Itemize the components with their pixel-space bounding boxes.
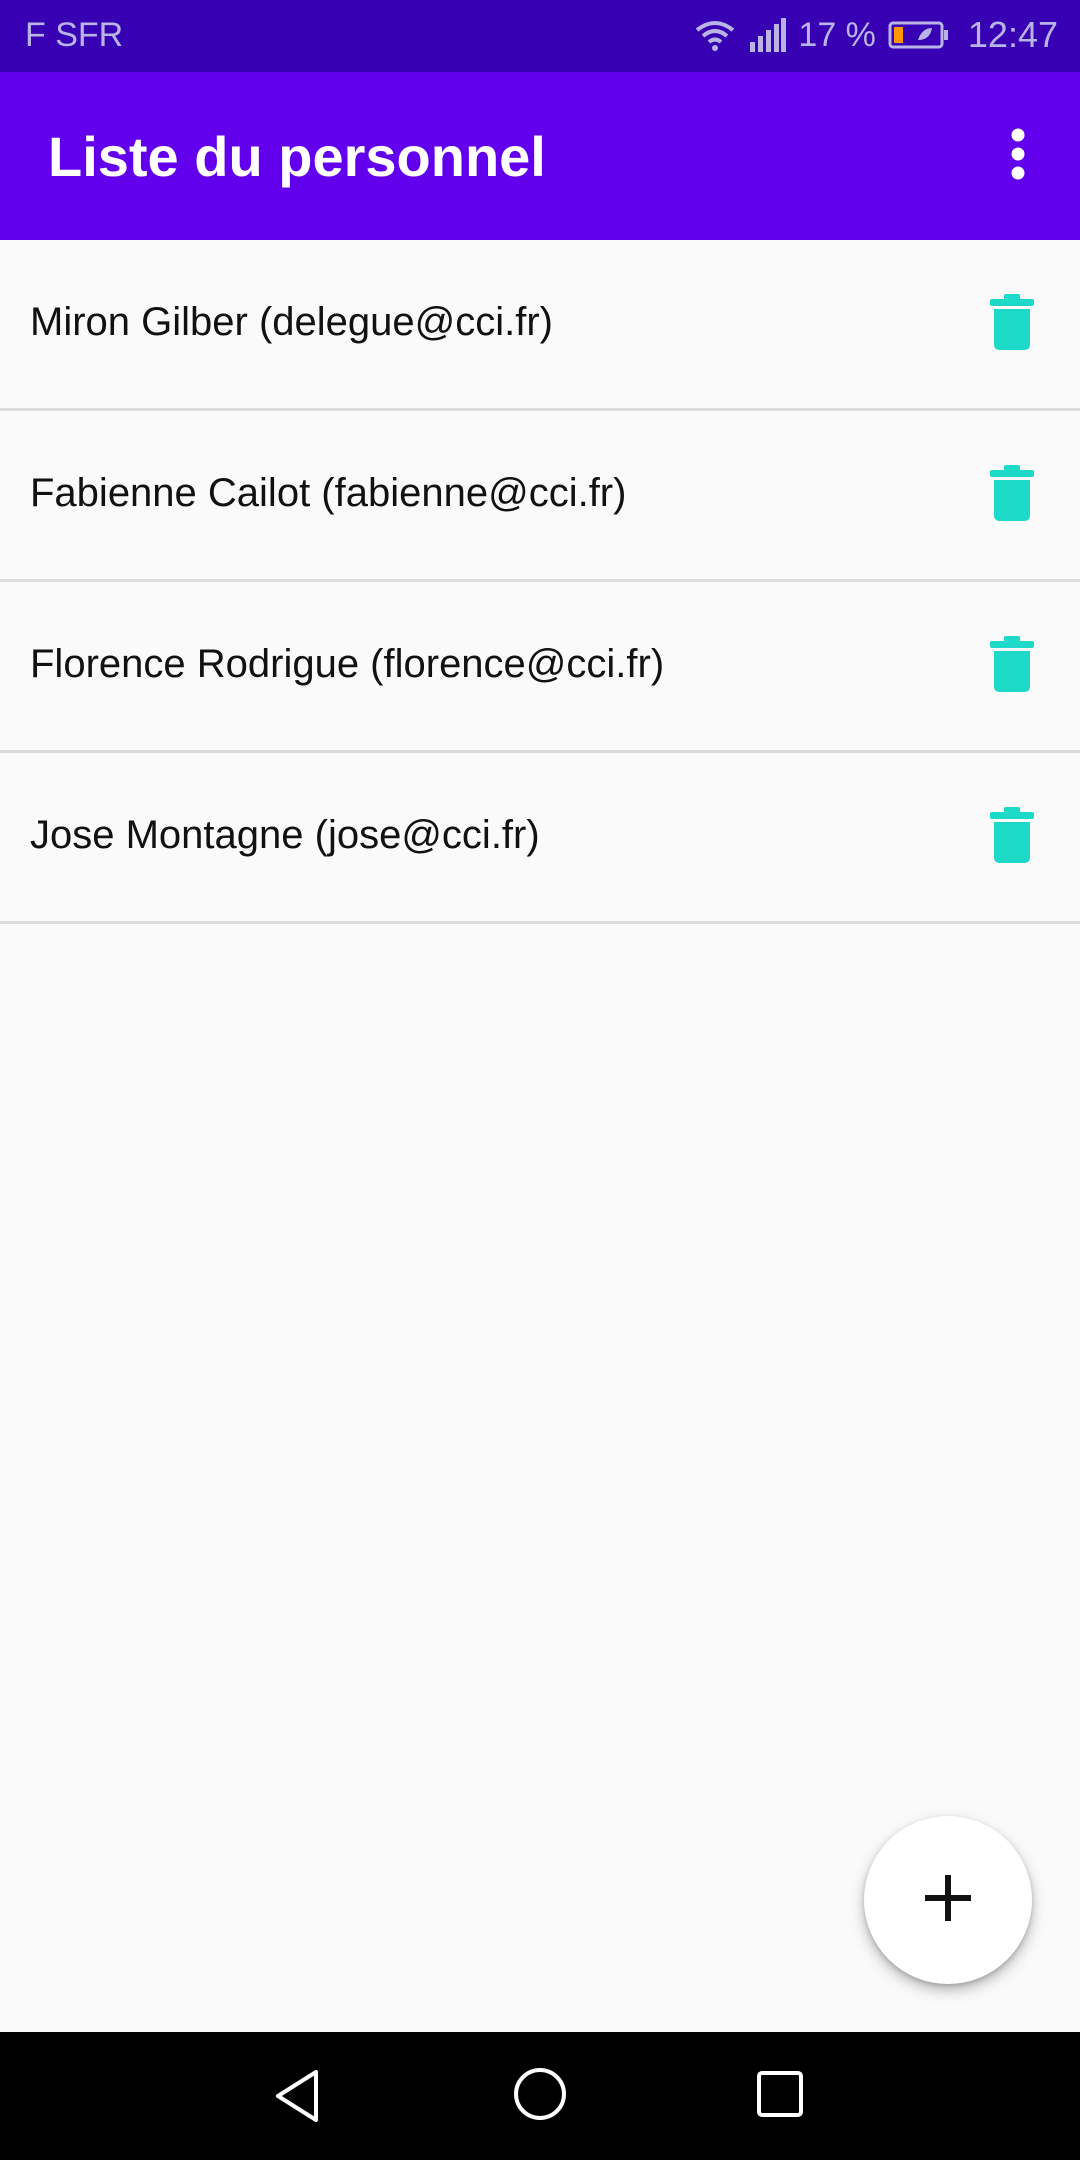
overflow-menu-button[interactable] [982,120,1054,192]
list-item[interactable]: Florence Rodrigue (florence@cci.fr) [0,582,1080,753]
back-icon[interactable] [272,2068,322,2129]
staff-label: Fabienne Cailot (fabienne@cci.fr) [30,471,627,515]
clock: 12:47 [967,14,1058,55]
trash-icon [990,635,1034,697]
delete-button[interactable] [974,628,1050,704]
navigation-bar [0,2032,1080,2160]
staff-label: Florence Rodrigue (florence@cci.fr) [30,642,665,686]
trash-icon [990,806,1034,868]
status-bar: F SFR 17 % 12:47 [0,0,1080,72]
page-title: Liste du personnel [48,125,546,188]
staff-label: Jose Montagne (jose@cci.fr) [30,813,540,857]
signal-icon [748,18,787,52]
wifi-icon [694,18,736,52]
home-icon[interactable] [512,2066,568,2127]
trash-icon [990,464,1034,526]
status-icons: 17 % 12:47 [694,14,1058,56]
recents-icon[interactable] [756,2070,804,2123]
trash-icon [990,293,1034,355]
delete-button[interactable] [974,286,1050,362]
staff-list: Miron Gilber (delegue@cci.fr) Fabienne C… [0,240,1080,924]
battery-icon [888,20,950,50]
plus-icon [925,1874,971,1926]
delete-button[interactable] [974,799,1050,875]
delete-button[interactable] [974,457,1050,533]
carrier-name: F SFR [25,16,124,54]
more-vert-icon [1010,128,1026,185]
staff-label: Miron Gilber (delegue@cci.fr) [30,300,553,344]
app-bar: Liste du personnel [0,72,1080,240]
list-item[interactable]: Jose Montagne (jose@cci.fr) [0,753,1080,924]
add-staff-button[interactable] [864,1816,1032,1984]
list-item[interactable]: Miron Gilber (delegue@cci.fr) [0,240,1080,411]
battery-percent: 17 % [798,15,876,54]
list-item[interactable]: Fabienne Cailot (fabienne@cci.fr) [0,411,1080,582]
